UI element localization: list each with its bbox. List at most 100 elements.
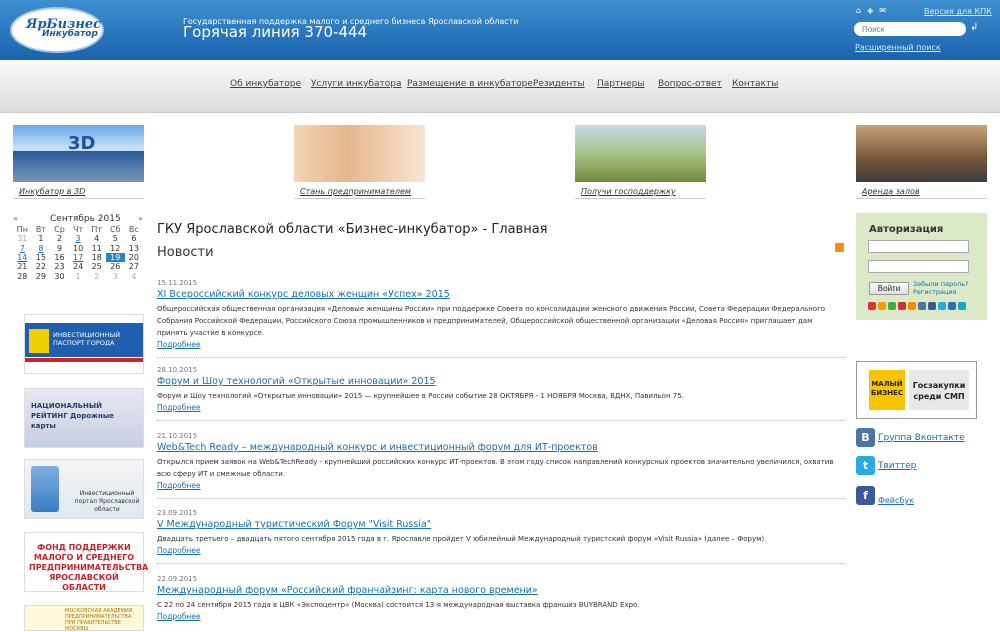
nav-faq[interactable]: Вопрос-ответ: [658, 79, 722, 89]
banner-3d-image[interactable]: 3D: [13, 125, 144, 182]
calendar-day: 4: [94, 234, 100, 244]
news-section-title: Новости: [157, 245, 214, 260]
news-title-link[interactable]: XI Всероссийский конкурс деловых женщин …: [157, 289, 845, 300]
livejournal-icon[interactable]: [948, 302, 956, 310]
news-title-link[interactable]: Форум и Шоу технологий «Открытые инновац…: [157, 376, 845, 387]
left-banner-fund[interactable]: ФОНД ПОДДЕРЖКИ МАЛОГО И СРЕДНЕГО ПРЕДПРИ…: [24, 532, 148, 592]
calendar-grid: Пн Вт Ср Чт Пт Сб Вс 31 1 2 3 4 5 6 7 8 …: [13, 225, 143, 281]
calendar-day-event[interactable]: 7: [13, 244, 32, 253]
calendar-day: 29: [35, 271, 46, 281]
banner-entrepreneur-image[interactable]: [294, 125, 425, 182]
calendar-day: 13: [128, 243, 139, 253]
calendar-day: 30: [54, 271, 65, 281]
calendar-weekday: Вт: [35, 225, 46, 235]
twitter-icon[interactable]: t: [856, 456, 875, 475]
calendar-day: 18: [91, 253, 102, 263]
calendar-prev-button[interactable]: «: [13, 214, 18, 223]
left-banner-invest-portal[interactable]: Инвестиционный портал Ярославской област…: [24, 459, 144, 519]
site-logo[interactable]: ЯрБизнес Инкубатор: [10, 7, 104, 53]
auth-panel: Авторизация Войти Забыли пароль? Регистр…: [856, 213, 987, 320]
forgot-password-link[interactable]: Забыли пароль?: [913, 280, 969, 288]
news-more-link[interactable]: Подробнее: [157, 546, 845, 555]
banner-entrepreneur-caption[interactable]: Стань предпринимателем: [300, 187, 411, 196]
news-title-link[interactable]: Международный форум «Российский франчайз…: [157, 585, 845, 596]
news-more-link[interactable]: Подробнее: [157, 481, 845, 490]
news-more-link[interactable]: Подробнее: [157, 612, 845, 621]
facebook-link-row[interactable]: f Фейсбук: [856, 486, 914, 505]
mailru-icon[interactable]: [878, 302, 886, 310]
home-icon[interactable]: ⌂: [856, 6, 861, 15]
calendar-day: 1: [75, 271, 81, 281]
google-icon[interactable]: [898, 302, 906, 310]
calendar-day-event[interactable]: 8: [32, 244, 51, 253]
openid-icon[interactable]: [888, 302, 896, 310]
main-nav: Об инкубаторе Услуги инкубатора Размещен…: [0, 60, 1000, 113]
banner-3d-label: 3D: [68, 133, 96, 154]
odnoklassniki-icon[interactable]: [908, 302, 916, 310]
password-field[interactable]: [868, 260, 969, 273]
nav-placement[interactable]: Размещение в инкубаторе: [407, 79, 533, 89]
social-login-icons: [868, 302, 966, 310]
nav-contacts[interactable]: Контакты: [732, 79, 778, 89]
banner-support-caption[interactable]: Получи господдержку: [581, 187, 676, 196]
vk-icon[interactable]: B: [856, 428, 875, 447]
rss-icon[interactable]: [835, 243, 844, 252]
person-icon: [31, 466, 59, 512]
login-field[interactable]: [868, 240, 969, 253]
facebook-link[interactable]: Фейсбук: [878, 496, 914, 505]
facebook-login-icon[interactable]: [928, 302, 936, 310]
calendar-day: 20: [128, 253, 139, 263]
calendar-day: 9: [56, 243, 63, 253]
smp-procurement-banner[interactable]: МАЛЫЙ БИЗНЕС Госзакупки среди СМП: [856, 361, 977, 419]
calendar-next-button[interactable]: »: [138, 214, 143, 223]
smp-text: Госзакупки среди СМП: [909, 370, 969, 410]
news-title-link[interactable]: Web&Tech Ready – международный конкурс и…: [157, 442, 845, 453]
kpk-version-link[interactable]: Версия для КПК: [924, 7, 992, 16]
register-link[interactable]: Регистрация: [913, 288, 969, 296]
nav-about[interactable]: Об инкубаторе: [230, 79, 301, 89]
twitter-link-row[interactable]: t Твиттер: [856, 456, 916, 475]
news-more-link[interactable]: Подробнее: [157, 403, 845, 412]
news-more-link[interactable]: Подробнее: [157, 340, 845, 349]
calendar-day-event[interactable]: 3: [69, 234, 88, 243]
sitemap-icon[interactable]: ◈: [867, 6, 873, 15]
calendar-day: 11: [91, 243, 102, 253]
twitter-login-icon[interactable]: [938, 302, 946, 310]
advanced-search-link[interactable]: Расширенный поиск: [855, 43, 941, 52]
nav-services[interactable]: Услуги инкубатора: [311, 79, 402, 89]
news-body: Двадцать третьего – двадцать пятого сент…: [157, 535, 767, 543]
nav-partners[interactable]: Партнеры: [597, 79, 644, 89]
calendar-day-event[interactable]: 14: [13, 253, 32, 262]
calendar-day-today[interactable]: 19: [105, 252, 125, 263]
login-button[interactable]: Войти: [869, 282, 909, 295]
mail-icon[interactable]: ✉: [879, 6, 886, 15]
search-input[interactable]: [854, 22, 966, 36]
auth-title: Авторизация: [869, 224, 944, 235]
news-item: 15.11.2015 XI Всероссийский конкурс дело…: [157, 279, 845, 358]
vk-group-link[interactable]: Группа Вконтакте: [878, 433, 965, 443]
calendar-day: 10: [72, 243, 84, 253]
coat-of-arms-icon: [29, 329, 49, 353]
left-banner-national-rating[interactable]: НАЦИОНАЛЬНЫЙ РЕЙТИНГ Дорожные карты: [24, 388, 144, 448]
banner-support-image[interactable]: [575, 125, 706, 182]
calendar-weekday: Ср: [54, 225, 65, 235]
calendar-day: 6: [131, 234, 137, 244]
vk-group-link-row[interactable]: B Группа Вконтакте: [856, 428, 965, 447]
yandex-icon[interactable]: [868, 302, 876, 310]
banner-3d-caption[interactable]: Инкубатор в 3D: [19, 187, 85, 196]
nav-residents[interactable]: Резиденты: [533, 79, 585, 89]
left-banner-moscow-academy[interactable]: МОСКОВСКАЯ АКАДЕМИЯ ПРЕДПРИНИМАТЕЛЬСТВА …: [24, 605, 144, 632]
news-title-link[interactable]: V Международный туристический Форум "Vis…: [157, 519, 845, 530]
banner-rent-image[interactable]: [856, 125, 987, 182]
banner-rent-caption[interactable]: Аренда залов: [862, 187, 920, 196]
twitter-link[interactable]: Твиттер: [878, 461, 916, 471]
site-header: ЯрБизнес Инкубатор Государственная подде…: [0, 0, 1000, 60]
calendar-day: 16: [54, 253, 65, 263]
calendar-day-event[interactable]: 17: [69, 253, 88, 262]
search-submit-icon[interactable]: ↲: [970, 22, 978, 33]
liveid-icon[interactable]: [958, 302, 966, 310]
facebook-icon[interactable]: f: [856, 486, 875, 505]
news-body: С 22 по 24 сентября 2015 года в ЦВК «Экс…: [157, 601, 640, 609]
left-banner-invest-passport[interactable]: ИНВЕСТИЦИОННЫЙ ПАСПОРТ ГОРОДА: [24, 314, 144, 374]
vk-login-icon[interactable]: [918, 302, 926, 310]
